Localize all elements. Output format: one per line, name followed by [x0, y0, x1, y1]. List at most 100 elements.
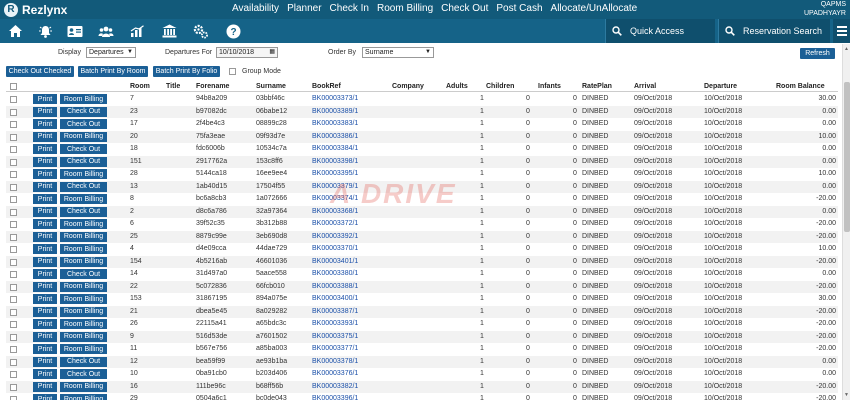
scrollbar-thumb[interactable] [844, 82, 850, 232]
bookref-link[interactable]: BK00003388/1 [312, 283, 358, 290]
bookref-link[interactable]: BK00003380/1 [312, 270, 358, 277]
nav-check-out[interactable]: Check Out [441, 3, 488, 14]
room-billing-button[interactable]: Room Billing [60, 344, 107, 354]
bookref-link[interactable]: BK00003376/1 [312, 370, 358, 377]
print-button[interactable]: Print [33, 319, 57, 329]
check-out-button[interactable]: Check Out [60, 206, 107, 217]
check-out-button[interactable]: Check Out [60, 156, 107, 167]
print-button[interactable]: Print [33, 119, 57, 129]
print-button[interactable]: Print [33, 156, 57, 167]
refresh-button[interactable]: Refresh [800, 48, 835, 59]
bookref-link[interactable]: BK00003387/1 [312, 308, 358, 315]
row-checkbox[interactable] [10, 158, 17, 166]
bookref-link[interactable]: BK00003392/1 [312, 233, 358, 240]
col-rateplan[interactable]: RatePlan [582, 83, 612, 90]
scroll-up-icon[interactable]: ▲ [844, 46, 849, 52]
row-checkbox[interactable] [10, 346, 17, 353]
group-mode-checkbox[interactable] [229, 68, 236, 75]
room-billing-button[interactable]: Room Billing [60, 294, 107, 304]
calendar-icon[interactable]: ▦ [269, 48, 275, 57]
print-button[interactable]: Print [33, 344, 57, 354]
reservation-search-button[interactable]: Reservation Search [718, 19, 830, 43]
col-room[interactable]: Room [130, 83, 150, 90]
bookref-link[interactable]: BK00003383/1 [312, 120, 358, 127]
bell-icon[interactable] [37, 23, 53, 39]
bookref-link[interactable]: BK00003370/1 [312, 245, 358, 252]
bookref-link[interactable]: BK00003382/1 [312, 383, 358, 390]
col-infants[interactable]: Infants [538, 83, 561, 90]
bookref-link[interactable]: BK00003400/1 [312, 295, 358, 302]
menu-hamburger-icon[interactable] [833, 19, 850, 43]
row-checkbox[interactable] [10, 208, 17, 216]
print-button[interactable]: Print [33, 294, 57, 304]
row-checkbox[interactable] [10, 146, 17, 153]
room-billing-button[interactable]: Room Billing [60, 256, 107, 267]
check-out-button[interactable]: Check Out [60, 106, 107, 117]
col-children[interactable]: Children [486, 83, 514, 90]
scroll-down-icon[interactable]: ▼ [844, 392, 849, 398]
chart-icon[interactable] [129, 23, 145, 39]
check-out-button[interactable]: Check Out [60, 119, 107, 129]
nav-availability[interactable]: Availability [232, 3, 279, 14]
check-out-button[interactable]: Check Out [60, 369, 107, 379]
col-surname[interactable]: Surname [256, 83, 286, 90]
print-button[interactable]: Print [33, 219, 57, 229]
row-checkbox[interactable] [10, 183, 17, 191]
nav-post-cash[interactable]: Post Cash [496, 3, 542, 14]
bookref-link[interactable]: BK00003396/1 [312, 395, 358, 400]
row-checkbox[interactable] [10, 308, 17, 316]
row-checkbox[interactable] [10, 383, 17, 391]
print-button[interactable]: Print [33, 356, 57, 367]
row-checkbox[interactable] [10, 358, 17, 366]
bookref-link[interactable]: BK00003384/1 [312, 145, 358, 152]
check-out-button[interactable]: Check Out [60, 269, 107, 279]
print-button[interactable]: Print [33, 206, 57, 217]
nav-room-billing[interactable]: Room Billing [377, 3, 433, 14]
check-out-button[interactable]: Check Out [60, 356, 107, 367]
room-billing-button[interactable]: Room Billing [60, 319, 107, 329]
row-checkbox[interactable] [10, 296, 17, 303]
col-adults[interactable]: Adults [446, 83, 468, 90]
settings-cogs-icon[interactable] [193, 23, 209, 39]
row-checkbox[interactable] [10, 271, 17, 278]
room-billing-button[interactable]: Room Billing [60, 194, 107, 204]
col-bookref[interactable]: BookRef [312, 83, 341, 90]
row-checkbox[interactable] [10, 333, 17, 341]
print-button[interactable]: Print [33, 394, 57, 400]
display-select[interactable]: Departures ▼ [86, 47, 136, 58]
col-forename[interactable]: Forename [196, 83, 229, 90]
batch-print-by-folio-button[interactable]: Batch Print By Folio [153, 66, 220, 77]
row-checkbox[interactable] [10, 108, 17, 116]
room-billing-button[interactable]: Room Billing [60, 394, 107, 400]
bookref-link[interactable]: BK00003377/1 [312, 345, 358, 352]
print-button[interactable]: Print [33, 369, 57, 379]
bookref-link[interactable]: BK00003368/1 [312, 208, 358, 215]
check-out-checked-button[interactable]: Check Out Checked [6, 66, 74, 77]
batch-print-by-room-button[interactable]: Batch Print By Room [78, 66, 148, 77]
bookref-link[interactable]: BK00003378/1 [312, 358, 358, 365]
departures-for-date-input[interactable]: 10/10/2018 ▦ [216, 47, 278, 58]
bookref-link[interactable]: BK00003372/1 [312, 220, 358, 227]
help-icon[interactable]: ? [225, 23, 241, 39]
id-card-icon[interactable] [67, 23, 83, 39]
row-checkbox[interactable] [10, 196, 17, 203]
bookref-link[interactable]: BK00003395/1 [312, 170, 358, 177]
print-button[interactable]: Print [33, 94, 57, 104]
row-checkbox[interactable] [10, 258, 17, 266]
row-checkbox[interactable] [10, 233, 17, 241]
bookref-link[interactable]: BK00003393/1 [312, 320, 358, 327]
select-all-checkbox[interactable] [10, 83, 17, 90]
col-departure[interactable]: Departure [704, 83, 737, 90]
print-button[interactable]: Print [33, 331, 57, 342]
row-checkbox[interactable] [10, 121, 17, 128]
print-button[interactable]: Print [33, 144, 57, 154]
room-billing-button[interactable]: Room Billing [60, 219, 107, 229]
col-company[interactable]: Company [392, 83, 424, 90]
print-button[interactable]: Print [33, 281, 57, 292]
print-button[interactable]: Print [33, 244, 57, 254]
nav-allocate[interactable]: Allocate/UnAllocate [551, 3, 638, 14]
bookref-link[interactable]: BK00003374/1 [312, 195, 358, 202]
print-button[interactable]: Print [33, 106, 57, 117]
bookref-link[interactable]: BK00003401/1 [312, 258, 358, 265]
row-checkbox[interactable] [10, 96, 17, 103]
